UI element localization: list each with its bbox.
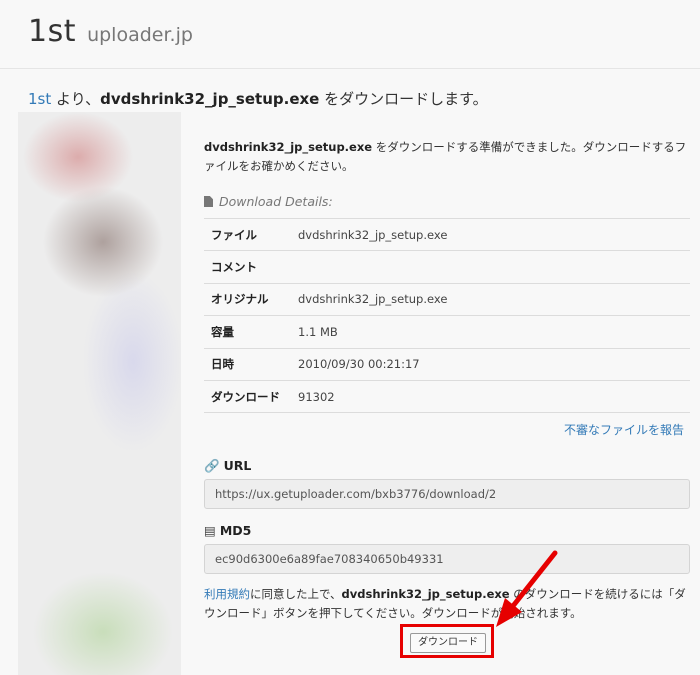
arrow-shaft xyxy=(510,550,558,609)
red-arrow-annotation xyxy=(496,550,558,627)
